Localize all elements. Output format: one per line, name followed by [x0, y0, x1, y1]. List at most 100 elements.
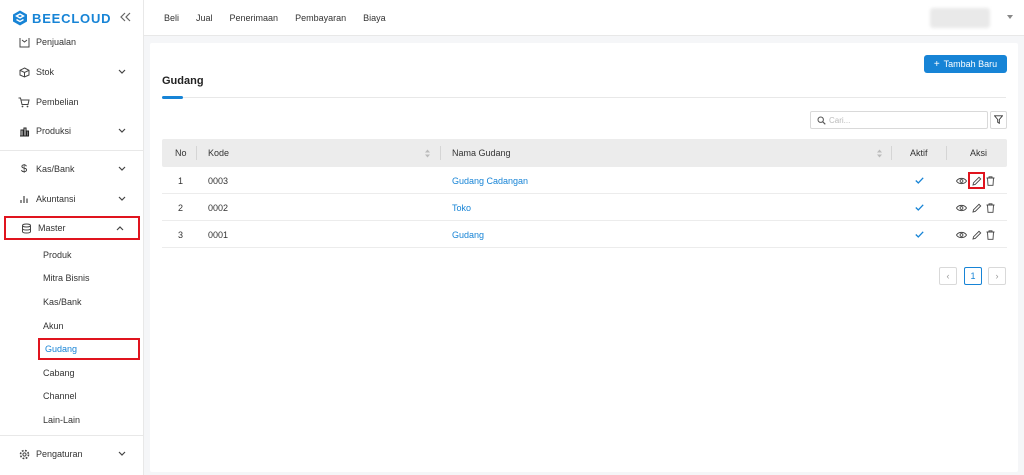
table-row: 3 0001 Gudang — [162, 221, 1007, 248]
view-icon[interactable] — [956, 202, 967, 213]
sidebar-item-pengaturan[interactable]: Pengaturan — [4, 442, 140, 466]
header-separator — [891, 146, 892, 160]
sidebar-item-pembelian[interactable]: Pembelian — [4, 90, 140, 114]
add-new-button[interactable]: + Tambah Baru — [924, 55, 1007, 73]
sort-icon[interactable] — [876, 149, 883, 158]
topnav-jual[interactable]: Jual — [196, 13, 213, 23]
topnav-pembayaran[interactable]: Pembayaran — [295, 13, 346, 23]
search-box[interactable] — [810, 111, 988, 129]
chevron-down-icon — [117, 449, 126, 458]
master-sub-channel[interactable]: Channel — [38, 385, 140, 407]
database-icon — [20, 222, 32, 234]
check-icon — [915, 194, 924, 221]
sidebar-item-label: Akuntansi — [36, 194, 76, 204]
sidebar-item-stok[interactable]: Stok — [4, 60, 140, 84]
title-underline — [162, 96, 183, 99]
cell-no: 1 — [178, 175, 184, 186]
pagination-page-1[interactable]: 1 — [964, 267, 982, 285]
table-row: 2 0002 Toko — [162, 194, 1007, 221]
collapse-sidebar-icon[interactable] — [118, 10, 132, 24]
gear-icon — [18, 448, 30, 460]
factory-icon — [18, 125, 30, 137]
check-icon — [915, 167, 924, 194]
delete-icon[interactable] — [985, 175, 996, 186]
header-separator — [196, 146, 197, 160]
sidebar-item-kas-bank[interactable]: $ Kas/Bank — [4, 157, 140, 181]
cell-kode: 0001 — [208, 229, 229, 240]
cell-nama-gudang-link[interactable]: Gudang Cadangan — [452, 167, 528, 194]
caret-down-icon[interactable] — [1006, 13, 1014, 21]
th-nama-gudang[interactable]: Nama Gudang — [452, 139, 511, 167]
topnav-penerimaan[interactable]: Penerimaan — [230, 13, 279, 23]
sidebar-item-penjualan[interactable]: Penjualan — [4, 30, 140, 54]
chevron-down-icon — [117, 126, 126, 135]
edit-icon[interactable] — [968, 172, 985, 189]
user-menu-blurred[interactable] — [930, 8, 990, 28]
sidebar-item-label: Produksi — [36, 126, 72, 136]
topnav-beli[interactable]: Beli — [164, 13, 179, 23]
sidebar-item-produksi[interactable]: Produksi — [4, 119, 140, 143]
master-sub-kas-bank[interactable]: Kas/Bank — [38, 291, 140, 313]
top-bar: Beli Jual Penerimaan Pembayaran Biaya — [144, 0, 1024, 36]
pagination-next[interactable]: › — [988, 267, 1006, 285]
top-nav: Beli Jual Penerimaan Pembayaran Biaya — [164, 0, 386, 36]
sidebar-item-label: Penjualan — [36, 37, 77, 47]
main-content: +Tambah Baru Gudang No Kode Nama Gudang … — [144, 36, 1024, 475]
cell-nama-gudang-link[interactable]: Gudang — [452, 221, 484, 248]
sidebar-item-label: Kas/Bank — [36, 164, 75, 174]
chevron-down-icon — [117, 164, 126, 173]
brand-name: BEECLOUD — [32, 10, 112, 26]
delete-icon[interactable] — [985, 202, 996, 213]
filter-icon — [993, 114, 1004, 126]
chevron-down-icon — [117, 194, 126, 203]
dollar-icon: $ — [20, 163, 28, 175]
sidebar-divider — [0, 150, 143, 151]
title-divider — [162, 97, 1006, 98]
content-card: +Tambah Baru Gudang No Kode Nama Gudang … — [150, 43, 1018, 472]
plus-icon: + — [933, 58, 940, 70]
master-sub-produk[interactable]: Produk — [38, 244, 140, 266]
header-separator — [946, 146, 947, 160]
master-sub-mitra-bisnis[interactable]: Mitra Bisnis — [38, 267, 140, 289]
pagination-prev[interactable]: ‹ — [939, 267, 957, 285]
th-no: No — [175, 148, 187, 158]
master-sub-cabang[interactable]: Cabang — [38, 362, 140, 384]
topnav-biaya[interactable]: Biaya — [363, 13, 386, 23]
master-sub-lain-lain[interactable]: Lain-Lain — [38, 409, 140, 431]
th-kode[interactable]: Kode — [208, 139, 229, 167]
delete-icon[interactable] — [985, 229, 996, 240]
header-separator — [440, 146, 441, 160]
sidebar: BEECLOUD Penjualan Stok Pembelian Produk… — [0, 0, 144, 475]
page-title: Gudang — [162, 75, 204, 87]
cell-no: 2 — [178, 202, 184, 213]
sort-icon[interactable] — [424, 149, 431, 158]
sidebar-item-label: Pembelian — [36, 97, 79, 107]
view-icon[interactable] — [956, 175, 967, 186]
box-icon — [18, 66, 30, 78]
sidebar-item-label: Pengaturan — [36, 449, 83, 459]
sidebar-divider — [0, 435, 143, 436]
receipt-icon — [18, 36, 30, 48]
sidebar-item-master[interactable]: Master — [4, 216, 140, 240]
edit-icon[interactable] — [971, 229, 982, 240]
master-sub-akun[interactable]: Akun — [38, 315, 140, 337]
th-aksi: Aksi — [970, 148, 988, 158]
cell-nama-gudang-link[interactable]: Toko — [452, 194, 471, 221]
edit-icon[interactable] — [971, 202, 982, 213]
view-icon[interactable] — [956, 229, 967, 240]
sidebar-item-akuntansi[interactable]: Akuntansi — [4, 187, 140, 211]
sidebar-item-label: Stok — [36, 67, 55, 77]
chevron-down-icon — [117, 67, 126, 76]
filter-button[interactable] — [990, 111, 1007, 129]
search-icon — [817, 116, 826, 125]
cell-kode: 0003 — [208, 175, 229, 186]
search-input[interactable] — [829, 113, 979, 127]
sidebar-item-label: Master — [38, 223, 66, 233]
table-row: 1 0003 Gudang Cadangan — [162, 167, 1007, 194]
check-icon — [915, 221, 924, 248]
beecloud-logo-icon — [12, 10, 28, 26]
master-sub-gudang[interactable]: Gudang — [38, 338, 140, 360]
chevron-up-icon — [115, 223, 124, 232]
cart-icon — [18, 96, 30, 108]
cell-kode: 0002 — [208, 202, 229, 213]
